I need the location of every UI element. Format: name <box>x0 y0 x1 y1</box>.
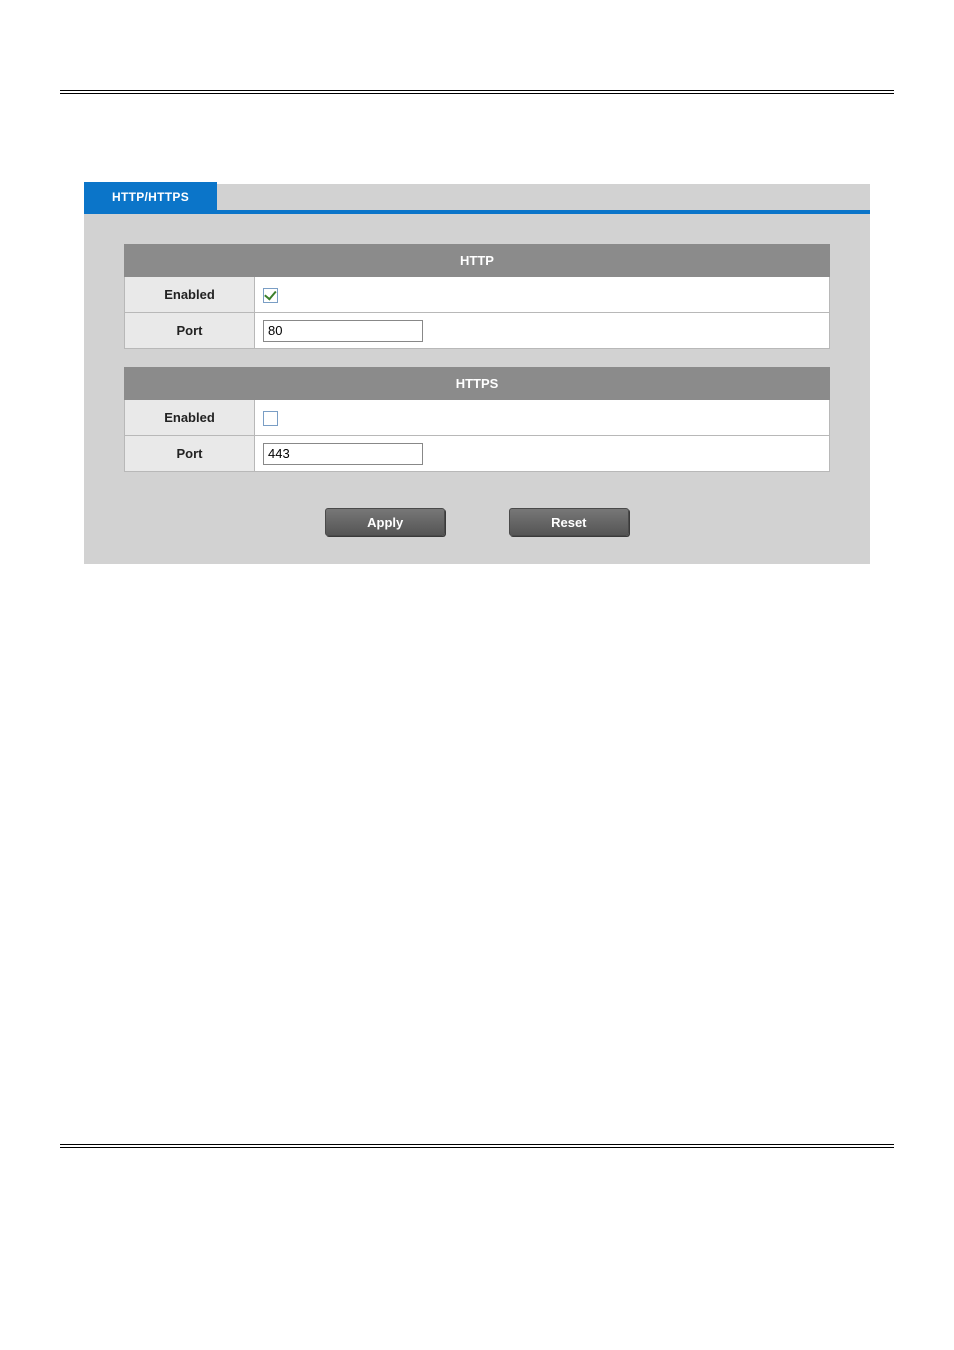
http-section-header: HTTP <box>125 245 830 277</box>
apply-button[interactable]: Apply <box>325 508 445 536</box>
http-section: HTTP Enabled Port <box>124 244 830 349</box>
tab-http-https[interactable]: HTTP/HTTPS <box>84 182 217 210</box>
http-port-label: Port <box>125 313 255 349</box>
reset-button[interactable]: Reset <box>509 508 629 536</box>
http-port-input[interactable] <box>263 320 423 342</box>
tab-bar: HTTP/HTTPS <box>84 184 870 214</box>
https-section-header: HTTPS <box>125 368 830 400</box>
http-enabled-checkbox[interactable] <box>263 288 278 303</box>
https-port-label: Port <box>125 436 255 472</box>
https-port-input[interactable] <box>263 443 423 465</box>
buttons-row: Apply Reset <box>124 490 830 536</box>
http-enabled-label: Enabled <box>125 277 255 313</box>
https-enabled-checkbox[interactable] <box>263 411 278 426</box>
https-enabled-cell <box>255 400 830 436</box>
http-port-cell <box>255 313 830 349</box>
https-section: HTTPS Enabled Port <box>124 367 830 472</box>
http-enabled-cell <box>255 277 830 313</box>
page-bottom-rule <box>60 1144 894 1148</box>
https-enabled-label: Enabled <box>125 400 255 436</box>
https-port-cell <box>255 436 830 472</box>
http-https-panel: HTTP/HTTPS HTTP Enabled Port <box>84 184 870 564</box>
